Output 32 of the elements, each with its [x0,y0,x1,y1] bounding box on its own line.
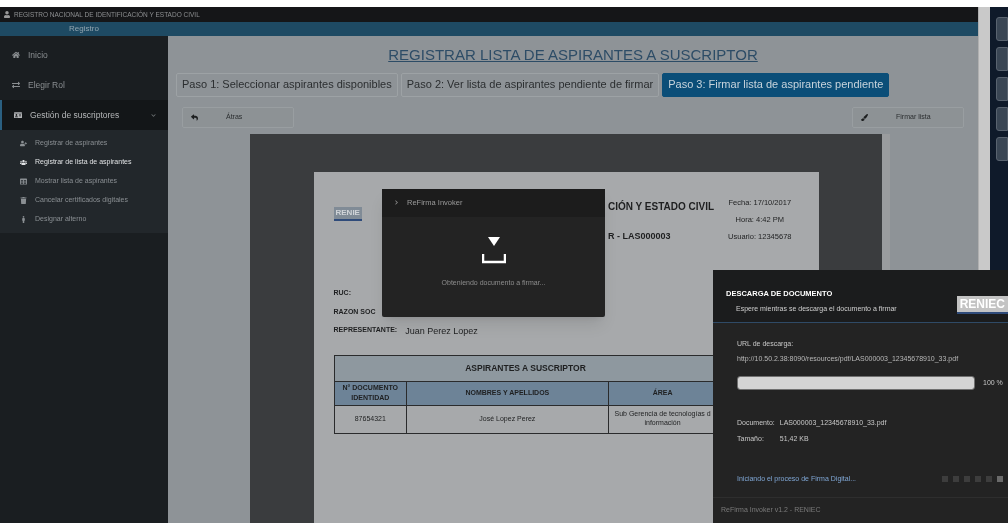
id-card-icon [14,111,22,119]
download-icon [481,236,506,266]
page-title: REGISTRAR LISTA DE ASPIRANTES A SUSCRIPTOR [388,45,758,65]
step-tab[interactable]: Paso 1: Seleccionar aspirantes disponibles [176,72,398,97]
document-subheading: R - LAS000003 [607,229,672,243]
trash-icon [20,197,27,204]
app-icon[interactable] [996,107,1008,131]
document-heading: CIÓN Y ESTADO CIVIL [607,199,715,214]
swap-arrows-icon [12,81,20,89]
user-plus-icon [20,140,27,147]
app-icon[interactable] [996,77,1008,101]
chevron-right-icon [394,200,399,205]
header-label: Registro [68,23,100,35]
reply-icon [191,113,198,121]
sidebar-item[interactable]: Gestión de suscriptores [0,100,168,130]
logo: RENIE [333,206,362,221]
app-icon[interactable] [996,47,1008,71]
person-icon [20,216,27,223]
sidebar-item[interactable]: Elegir Rol [0,70,168,100]
table-icon [20,178,27,185]
app-icon[interactable] [996,17,1008,41]
step-tab[interactable]: Paso 2: Ver lista de aspirantes pendiente de firmar [400,72,660,97]
home-icon [12,51,20,59]
reniec-logo: RENIEC [956,296,1008,314]
sidebar-item[interactable]: Inicio [0,40,168,70]
user-icon [4,11,10,18]
users-icon [20,159,27,166]
progress-dots-icon [942,476,1006,483]
field-value: Juan Perez Lopez [405,325,478,338]
app-icon[interactable] [996,137,1008,161]
brush-icon [861,113,868,121]
step-tab[interactable]: Paso 3: Firmar lista de aspirantes pendiente [662,72,890,97]
